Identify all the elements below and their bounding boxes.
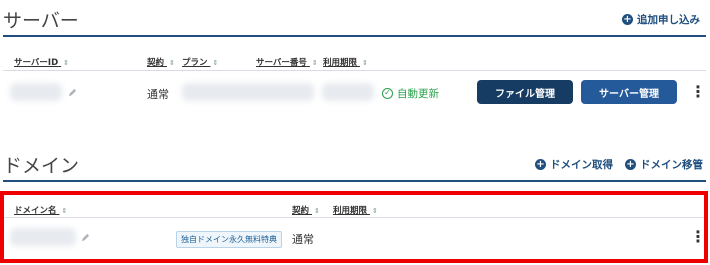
sort-icon: ⇕ bbox=[63, 59, 69, 67]
domain-expiry-header-label: 利用期限 bbox=[333, 206, 368, 216]
server-header-divider bbox=[3, 70, 706, 71]
domain-contract-header-label: 契約 bbox=[292, 206, 310, 216]
pencil-icon[interactable] bbox=[81, 233, 90, 242]
server-title-underline bbox=[3, 35, 706, 37]
server-section-title: サーバー bbox=[3, 10, 79, 32]
auto-renew-status: ✓ 自動更新 bbox=[382, 86, 439, 101]
sort-icon: ⇕ bbox=[212, 59, 219, 67]
auto-renew-label: 自動更新 bbox=[397, 88, 439, 100]
free-domain-badge: 独自ドメイン永久無料特典 bbox=[176, 231, 282, 248]
server-number-header-label: サーバー番号 bbox=[256, 58, 307, 68]
domain-contract-value: 通常 bbox=[292, 233, 314, 246]
sort-icon: ⇕ bbox=[61, 207, 68, 215]
column-header-domain-name[interactable]: ドメイン名 ⇕ bbox=[14, 204, 67, 216]
expiry-header-label: 利用期限 bbox=[323, 58, 358, 68]
file-manager-button[interactable]: ファイル管理 bbox=[477, 80, 573, 104]
domain-more-options-icon[interactable]: ⋮ bbox=[690, 229, 706, 245]
domain-section-title: ドメイン bbox=[3, 155, 80, 177]
server-id-redacted bbox=[10, 83, 62, 101]
pencil-icon[interactable] bbox=[68, 88, 77, 97]
add-application-label: 追加申し込み bbox=[637, 14, 700, 26]
column-header-expiry[interactable]: 利用期限 ⇕ bbox=[323, 56, 368, 68]
domain-transfer-label: ドメイン移管 bbox=[640, 159, 703, 171]
server-contract-value: 通常 bbox=[147, 88, 169, 101]
sort-icon: ⇕ bbox=[313, 207, 320, 215]
add-application-link[interactable]: + 追加申し込み bbox=[622, 12, 700, 27]
plus-circle-icon: + bbox=[622, 14, 633, 25]
domain-title-underline bbox=[3, 180, 706, 182]
sort-icon: ⇕ bbox=[371, 207, 378, 215]
check-circle-icon: ✓ bbox=[382, 88, 393, 99]
sort-icon: ⇕ bbox=[168, 59, 175, 67]
column-header-domain-expiry[interactable]: 利用期限 ⇕ bbox=[333, 204, 378, 216]
domain-acquire-label: ドメイン取得 bbox=[550, 159, 613, 171]
contract-header-label: 契約 bbox=[147, 58, 165, 68]
server-manager-button[interactable]: サーバー管理 bbox=[581, 80, 677, 104]
sort-icon: ⇕ bbox=[311, 59, 318, 67]
domain-header-divider bbox=[5, 217, 704, 218]
column-header-plan[interactable]: プラン ⇕ bbox=[182, 56, 218, 68]
domain-acquire-link[interactable]: + ドメイン取得 bbox=[535, 157, 613, 172]
plus-circle-icon: + bbox=[625, 159, 636, 170]
expiry-redacted bbox=[322, 83, 374, 101]
column-header-server-number[interactable]: サーバー番号 ⇕ bbox=[256, 56, 318, 68]
more-options-icon[interactable]: ⋮ bbox=[690, 84, 706, 100]
plan-and-server-number-redacted bbox=[182, 83, 314, 101]
sort-icon: ⇕ bbox=[361, 59, 368, 67]
highlight-box bbox=[0, 191, 708, 263]
column-header-contract[interactable]: 契約 ⇕ bbox=[147, 56, 175, 68]
plan-header-label: プラン bbox=[182, 58, 208, 68]
domain-transfer-link[interactable]: + ドメイン移管 bbox=[625, 157, 703, 172]
column-header-domain-contract[interactable]: 契約 ⇕ bbox=[292, 204, 320, 216]
domain-name-header-label: ドメイン名 bbox=[14, 206, 57, 216]
server-id-header-label: サーバーID bbox=[14, 58, 59, 68]
plus-circle-icon: + bbox=[535, 159, 546, 170]
domain-name-redacted bbox=[10, 228, 76, 246]
column-header-server-id[interactable]: サーバーID ⇕ bbox=[14, 56, 69, 68]
